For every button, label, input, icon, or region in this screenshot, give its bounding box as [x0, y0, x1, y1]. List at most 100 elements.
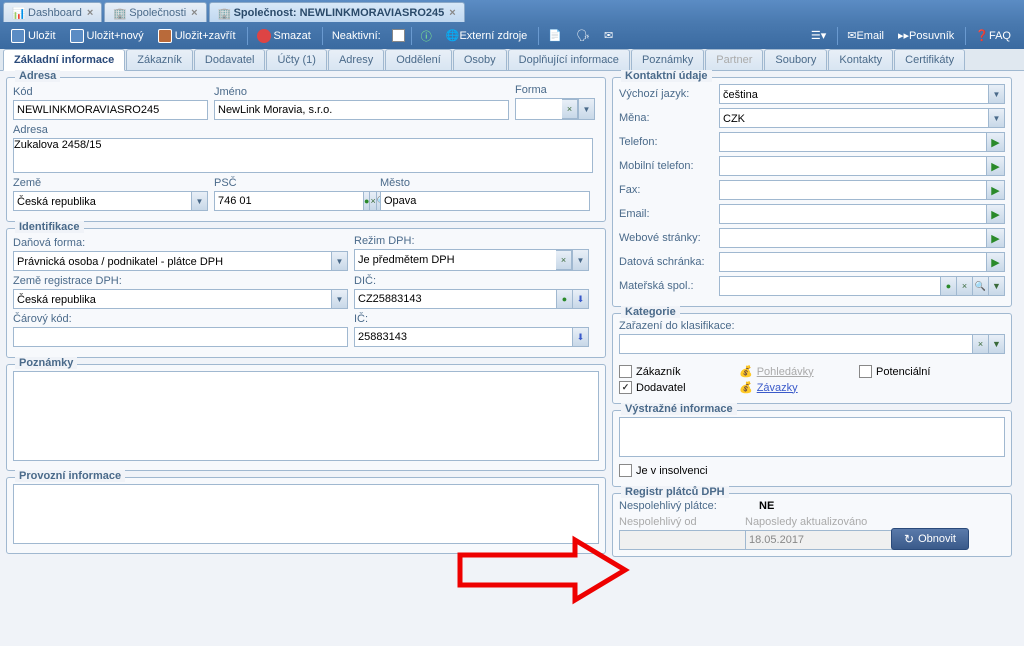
tool-icon-2[interactable]: 🗣 — [570, 27, 596, 44]
info-button[interactable]: ⓘ — [415, 26, 438, 46]
potential-checkbox[interactable] — [859, 365, 872, 378]
name-input[interactable] — [214, 100, 509, 120]
panel-address: Adresa Kód Jméno Forma ×▼ — [6, 77, 606, 222]
customer-checkbox[interactable] — [619, 365, 632, 378]
clear-button[interactable]: × — [973, 334, 989, 354]
tab-contacts[interactable]: Kontakty — [828, 49, 893, 70]
classification-input[interactable] — [619, 334, 973, 354]
tab-files[interactable]: Soubory — [764, 49, 827, 70]
delete-button[interactable]: Smazat — [251, 27, 317, 45]
language-select[interactable]: čeština▼ — [719, 84, 1005, 104]
subtabs: Základní informace Zákazník Dodavatel Úč… — [0, 49, 1024, 71]
warnings-textarea[interactable] — [619, 417, 1005, 457]
parent-input[interactable] — [719, 276, 941, 296]
open-button[interactable]: ▶ — [987, 228, 1005, 248]
faq-button[interactable]: ❓ FAQ — [969, 27, 1017, 44]
email-button[interactable]: ✉ Email — [841, 27, 890, 44]
tax-form-select[interactable]: Právnická osoba / podnikatel - plátce DP… — [13, 251, 348, 271]
save-new-icon — [70, 29, 84, 43]
tab-certificates[interactable]: Certifikáty — [894, 49, 965, 70]
label-name: Jméno — [214, 86, 509, 98]
wtab-company-detail[interactable]: 🏢Společnost: NEWLINKMORAVIASRO245× — [209, 2, 465, 22]
slider-button[interactable]: ▸▸ Posuvník — [892, 27, 960, 44]
lookup-button[interactable]: ⬇ — [573, 327, 589, 347]
mail-button[interactable]: ▶ — [987, 204, 1005, 224]
refresh-button[interactable]: Obnovit — [891, 528, 969, 550]
tab-departments[interactable]: Oddělení — [385, 49, 452, 70]
tab-accounts[interactable]: Účty (1) — [266, 49, 327, 70]
panel-title: Identifikace — [15, 221, 84, 233]
dashboard-icon: 📊 — [12, 7, 24, 19]
last-updated-label: Naposledy aktualizováno — [745, 516, 885, 528]
panel-title: Výstražné informace — [621, 403, 737, 415]
fax-input[interactable] — [719, 180, 987, 200]
panel-notes: Poznámky — [6, 364, 606, 471]
vat-mode-select[interactable]: Je předmětem DPH×▼ — [354, 249, 589, 271]
supplier-label: Dodavatel — [636, 382, 686, 394]
email-input[interactable] — [719, 204, 987, 224]
panel-operational: Provozní informace — [6, 477, 606, 554]
tab-notes[interactable]: Poznámky — [631, 49, 704, 70]
supplier-checkbox[interactable] — [619, 381, 632, 394]
tab-addresses[interactable]: Adresy — [328, 49, 384, 70]
country-select[interactable]: Česká republika▼ — [13, 191, 208, 211]
label-company-id: IČ: — [354, 313, 589, 325]
tool-icon-3[interactable]: ✉ — [598, 27, 619, 44]
web-input[interactable] — [719, 228, 987, 248]
inactive-checkbox[interactable] — [392, 29, 405, 42]
wtab-dashboard[interactable]: 📊Dashboard× — [3, 2, 102, 22]
dropdown-button[interactable]: ▼ — [989, 334, 1005, 354]
label-code: Kód — [13, 86, 208, 98]
wtab-companies[interactable]: 🏢Společnosti× — [104, 2, 206, 22]
search-button[interactable]: 🔍 — [973, 276, 989, 296]
mobile-input[interactable] — [719, 156, 987, 176]
barcode-input[interactable] — [13, 327, 348, 347]
tab-customer[interactable]: Zákazník — [126, 49, 193, 70]
form-select[interactable]: ×▼ — [515, 98, 595, 120]
payables-link[interactable]: Závazky — [757, 382, 798, 394]
window-tabs: 📊Dashboard× 🏢Společnosti× 🏢Společnost: N… — [0, 0, 1024, 22]
vat-id-input[interactable] — [354, 289, 557, 309]
confirm-button[interactable]: ● — [941, 276, 957, 296]
close-icon[interactable]: × — [191, 7, 197, 19]
call-button[interactable]: ▶ — [987, 132, 1005, 152]
notes-textarea[interactable] — [13, 371, 599, 461]
save-button[interactable]: Uložit — [5, 27, 62, 45]
insolvency-label: Je v insolvenci — [636, 465, 708, 477]
panel-vat-registry: Registr plátců DPH Nespolehlivý plátce:N… — [612, 493, 1012, 557]
company-id-input[interactable] — [354, 327, 573, 347]
tab-supplier[interactable]: Dodavatel — [194, 49, 266, 70]
tool-icon-1[interactable]: 📄 — [542, 27, 568, 44]
close-icon[interactable]: × — [449, 7, 455, 19]
lookup-button[interactable]: ⬇ — [573, 289, 589, 309]
vat-country-select[interactable]: Česká republika▼ — [13, 289, 348, 309]
tab-additional[interactable]: Doplňující informace — [508, 49, 630, 70]
tab-basic-info[interactable]: Základní informace — [3, 49, 125, 71]
save-close-button[interactable]: Uložit+zavřít — [152, 27, 242, 45]
delete-icon — [257, 29, 271, 43]
databox-input[interactable] — [719, 252, 987, 272]
code-input[interactable] — [13, 100, 208, 120]
address-input[interactable]: Zukalova 2458/15 — [13, 138, 593, 173]
external-sources-button[interactable]: 🌐 Externí zdroje — [440, 27, 534, 44]
verify-button[interactable]: ● — [557, 289, 573, 309]
zip-input[interactable] — [214, 191, 364, 211]
panel-categories: Kategorie Zařazení do klasifikace: ×▼ Zá… — [612, 313, 1012, 404]
panel-identification: Identifikace Daňová forma: Právnická oso… — [6, 228, 606, 358]
save-new-button[interactable]: Uložit+nový — [64, 27, 150, 45]
call-button[interactable]: ▶ — [987, 180, 1005, 200]
currency-select[interactable]: CZK▼ — [719, 108, 1005, 128]
call-button[interactable]: ▶ — [987, 156, 1005, 176]
close-icon[interactable]: × — [87, 7, 93, 19]
label-phone: Telefon: — [619, 136, 719, 148]
clear-button[interactable]: × — [957, 276, 973, 296]
open-button[interactable]: ▶ — [987, 252, 1005, 272]
operational-textarea[interactable] — [13, 484, 599, 544]
city-input[interactable] — [380, 191, 590, 211]
insolvency-checkbox[interactable] — [619, 464, 632, 477]
menu-button[interactable]: ☰▾ — [805, 27, 832, 44]
label-vat-mode: Režim DPH: — [354, 235, 589, 247]
dropdown-button[interactable]: ▼ — [989, 276, 1005, 296]
tab-persons[interactable]: Osoby — [453, 49, 507, 70]
phone-input[interactable] — [719, 132, 987, 152]
